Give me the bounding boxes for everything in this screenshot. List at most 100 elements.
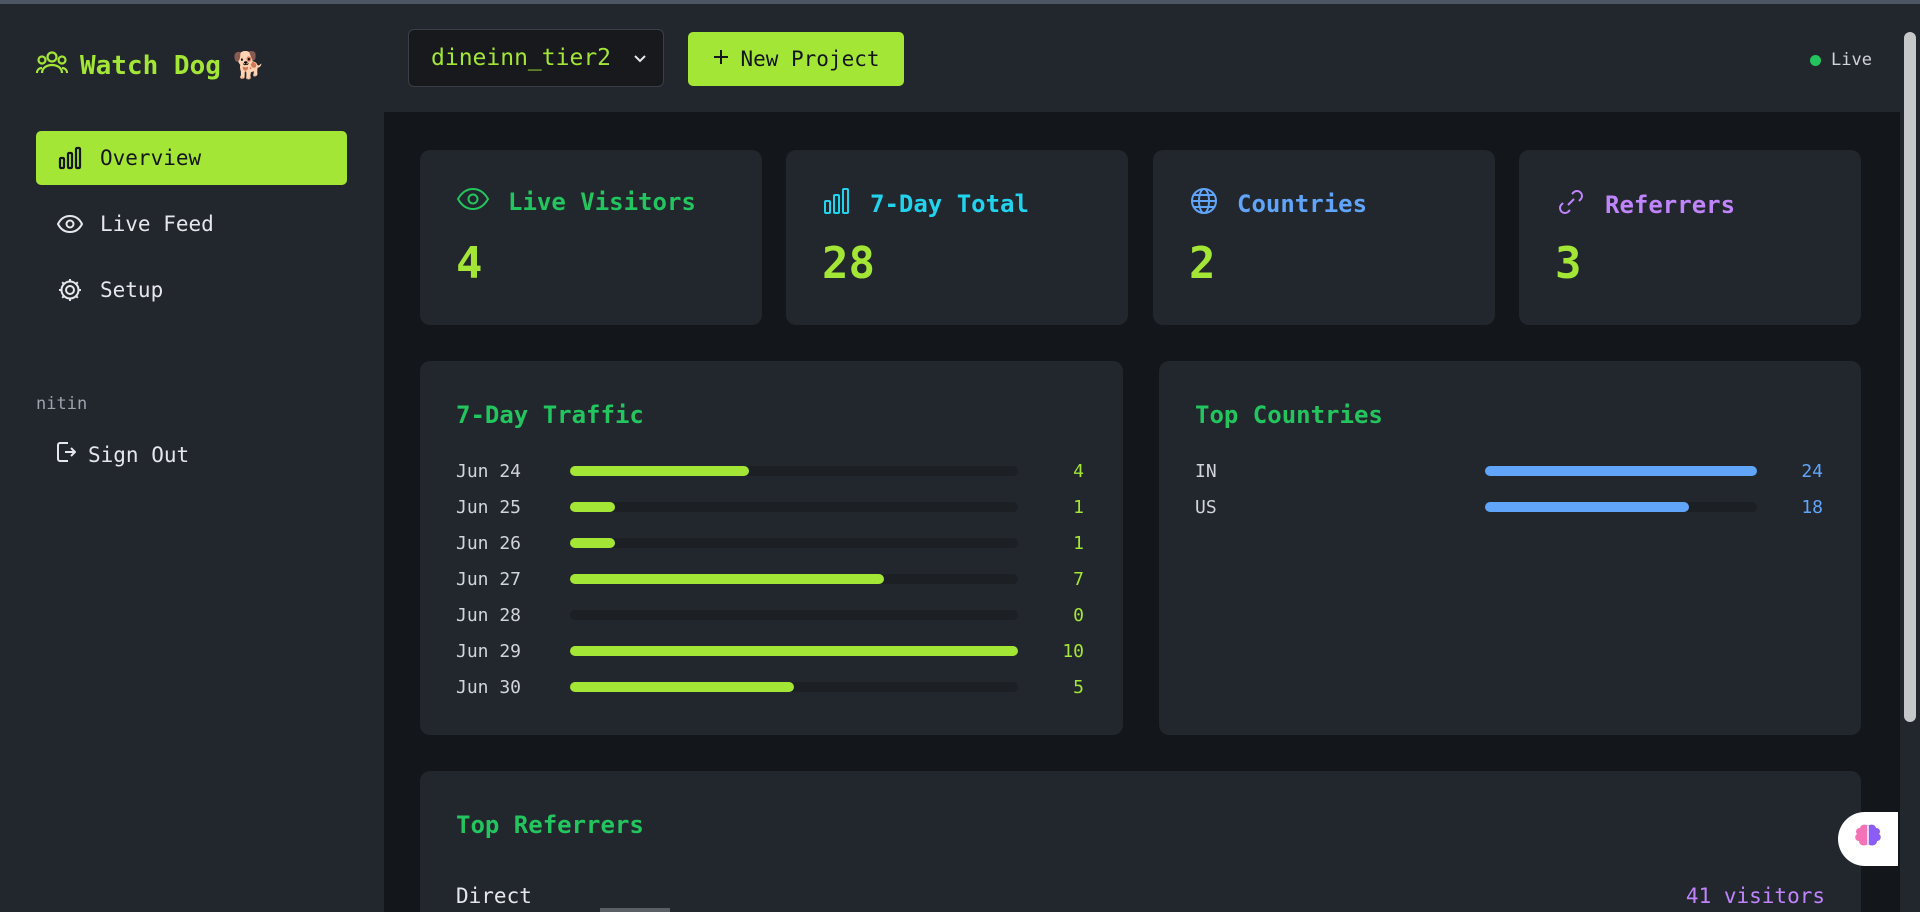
stat-card-live-visitors: Live Visitors 4 (420, 150, 762, 325)
eye-icon (456, 186, 490, 218)
traffic-bar (570, 538, 615, 548)
referrer-count: 41 visitors (1685, 884, 1825, 908)
traffic-date: Jun 30 (456, 676, 522, 698)
panel-title: Top Referrers (456, 811, 644, 839)
country-row: IN 24 (1195, 456, 1823, 486)
project-select[interactable]: dineinn_tier2 (408, 29, 664, 87)
live-status: Live (1810, 50, 1872, 70)
referrer-name: Direct (456, 884, 532, 908)
bar-chart-icon (56, 144, 84, 172)
sign-out-button[interactable]: Sign Out (56, 441, 189, 468)
panel-title: 7-Day Traffic (456, 401, 644, 429)
traffic-value: 7 (1073, 568, 1084, 590)
traffic-row: Jun 30 5 (456, 672, 1084, 702)
traffic-bar-track (570, 466, 1018, 476)
bar-chart-icon (822, 186, 852, 222)
stat-card-header: Live Visitors (456, 186, 696, 218)
brand[interactable]: Watch Dog 🐕 (35, 46, 266, 86)
country-bar (1485, 466, 1757, 476)
traffic-row: Jun 25 1 (456, 492, 1084, 522)
countries-panel: Top Countries IN 24 US 18 (1159, 361, 1861, 735)
traffic-row: Jun 28 0 (456, 600, 1084, 630)
traffic-date: Jun 28 (456, 604, 522, 626)
stat-card-countries: Countries 2 (1153, 150, 1495, 325)
stat-value: 3 (1555, 238, 1582, 289)
sign-out-icon (56, 441, 77, 468)
brain-assistant-button[interactable] (1838, 812, 1898, 866)
traffic-value: 0 (1073, 604, 1084, 626)
country-value: 24 (1801, 460, 1823, 482)
new-project-button[interactable]: New Project (688, 32, 904, 86)
country-code: US (1195, 496, 1217, 518)
new-project-label: New Project (740, 47, 880, 71)
panel-title: Top Countries (1195, 401, 1383, 429)
sidebar-item-overview[interactable]: Overview (36, 131, 347, 185)
plus-icon (712, 47, 730, 71)
traffic-value: 4 (1073, 460, 1084, 482)
sidebar-item-setup[interactable]: Setup (36, 263, 347, 317)
traffic-row: Jun 24 4 (456, 456, 1084, 486)
paw-group-icon (35, 49, 69, 83)
stat-value: 28 (822, 238, 875, 289)
traffic-date: Jun 26 (456, 532, 522, 554)
traffic-value: 10 (1062, 640, 1084, 662)
traffic-bar (570, 502, 615, 512)
traffic-date: Jun 24 (456, 460, 522, 482)
traffic-bar-track (570, 574, 1018, 584)
traffic-value: 1 (1073, 496, 1084, 518)
country-code: IN (1195, 460, 1217, 482)
traffic-bar-track (570, 682, 1018, 692)
country-row: US 18 (1195, 492, 1823, 522)
stat-card-7-day-total: 7-Day Total 28 (786, 150, 1128, 325)
sidebar: Watch Dog 🐕 Overview Live Feed Setup nit… (0, 4, 384, 912)
sidebar-item-label: Live Feed (100, 212, 214, 236)
traffic-bar-track (570, 646, 1018, 656)
stat-label: Referrers (1605, 191, 1736, 219)
traffic-bar (570, 682, 794, 692)
stat-value: 4 (456, 238, 483, 289)
traffic-bar (570, 574, 884, 584)
traffic-row: Jun 26 1 (456, 528, 1084, 558)
stat-label: 7-Day Total (870, 190, 1029, 218)
eye-icon (56, 210, 84, 238)
chevron-down-icon (631, 48, 649, 74)
sidebar-item-label: Overview (100, 146, 202, 170)
top-bar: dineinn_tier2 New Project Live (384, 4, 1900, 112)
stat-card-header: Referrers (1555, 186, 1735, 224)
traffic-row: Jun 27 7 (456, 564, 1084, 594)
stat-card-header: Countries (1189, 186, 1367, 222)
traffic-date: Jun 27 (456, 568, 522, 590)
traffic-bar-track (570, 538, 1018, 548)
traffic-bar-track (570, 502, 1018, 512)
referrers-panel: Top Referrers Direct 41 visitors (420, 771, 1861, 912)
app-title: Watch Dog (80, 51, 221, 81)
sidebar-item-label: Setup (100, 278, 164, 302)
scrollbar[interactable] (1900, 4, 1920, 912)
traffic-bar (570, 466, 750, 476)
country-bar-track (1485, 466, 1757, 476)
country-value: 18 (1801, 496, 1823, 518)
referrer-row[interactable]: Direct 41 visitors (456, 881, 1825, 911)
traffic-value: 5 (1073, 676, 1084, 698)
stat-card-referrers: Referrers 3 (1519, 150, 1861, 325)
link-icon (1555, 186, 1587, 224)
sidebar-nav: Overview Live Feed Setup (36, 131, 347, 329)
sidebar-item-live-feed[interactable]: Live Feed (36, 197, 347, 251)
traffic-panel: 7-Day Traffic Jun 24 4 Jun 25 1 Jun 26 1 Jun 2… (420, 361, 1123, 735)
brain-icon (1853, 823, 1883, 855)
dog-emoji: 🐕 (232, 51, 266, 81)
country-bar (1485, 502, 1689, 512)
live-dot-icon (1810, 54, 1822, 66)
traffic-bar-track (570, 610, 1018, 620)
stat-label: Countries (1237, 190, 1368, 218)
gear-icon (56, 276, 84, 304)
scrollbar-thumb[interactable] (1904, 32, 1916, 722)
project-select-value: dineinn_tier2 (431, 45, 612, 71)
stat-value: 2 (1189, 238, 1216, 289)
stat-card-header: 7-Day Total (822, 186, 1029, 222)
traffic-bar (570, 646, 1018, 656)
sign-out-label: Sign Out (88, 442, 190, 467)
traffic-date: Jun 25 (456, 496, 522, 518)
stat-label: Live Visitors (508, 188, 696, 216)
traffic-value: 1 (1073, 532, 1084, 554)
